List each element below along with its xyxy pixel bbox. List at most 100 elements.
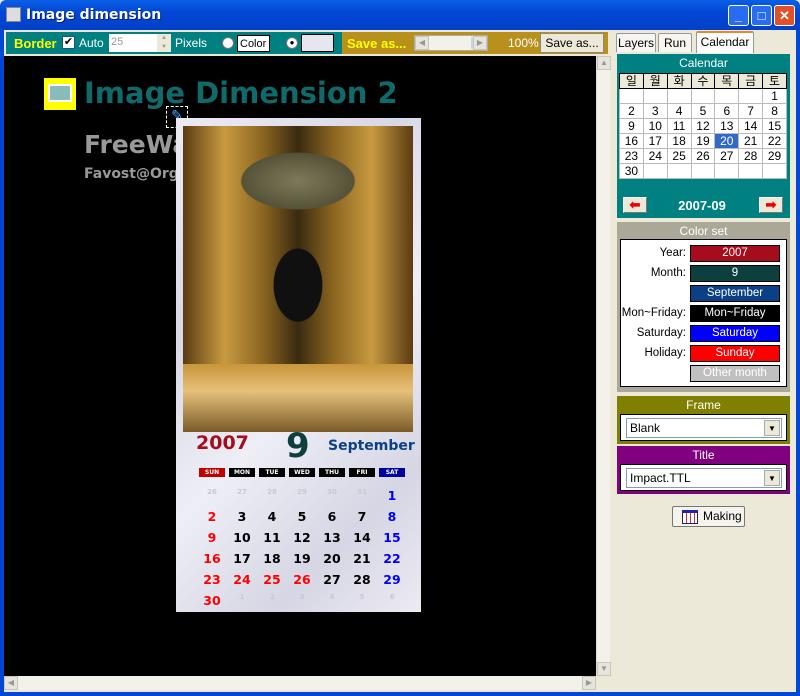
calendar-day[interactable]: 6 bbox=[714, 103, 740, 119]
slider-left-button[interactable]: ◀ bbox=[415, 36, 429, 50]
tab-run[interactable]: Run bbox=[658, 33, 692, 52]
calendar-month-label: 2007-09 bbox=[678, 198, 726, 213]
calendar-day[interactable]: 27 bbox=[714, 148, 740, 164]
calendar-day[interactable]: 30 bbox=[619, 163, 644, 179]
pixels-spinner[interactable]: ▲ ▼ bbox=[157, 34, 171, 52]
frame-select[interactable]: Blank ▼ bbox=[626, 418, 782, 438]
frame-section: Frame Blank ▼ bbox=[617, 396, 790, 444]
tab-layers[interactable]: Layers bbox=[616, 33, 656, 52]
poster-day: 26 bbox=[207, 488, 217, 496]
calendar-day[interactable]: 3 bbox=[642, 103, 668, 119]
horizontal-scrollbar[interactable]: ◀ ▶ bbox=[4, 676, 596, 690]
calendar-day[interactable]: 13 bbox=[714, 118, 740, 134]
making-button[interactable]: Making bbox=[672, 506, 745, 527]
weekday-header: 금 bbox=[738, 73, 764, 89]
scroll-up-button[interactable]: ▲ bbox=[597, 56, 611, 70]
scroll-down-button[interactable]: ▼ bbox=[597, 662, 611, 676]
calendar-day[interactable]: 2 bbox=[619, 103, 644, 119]
color-swatch-button[interactable]: Saturday bbox=[690, 325, 780, 342]
poster-weekday: THU bbox=[319, 468, 345, 477]
vertical-scrollbar[interactable]: ▲ ▼ bbox=[596, 56, 611, 676]
calendar-day[interactable]: 21 bbox=[738, 133, 764, 149]
border-label: Border bbox=[14, 36, 57, 51]
window-frame bbox=[0, 692, 800, 696]
scroll-left-button[interactable]: ◀ bbox=[4, 676, 18, 690]
poster-day: 6 bbox=[327, 509, 337, 524]
calendar-day[interactable]: 16 bbox=[619, 133, 644, 149]
calendar-day[interactable]: 24 bbox=[642, 148, 668, 164]
image-canvas[interactable]: Image Dimension 2 FreeWa Favost@Org ✎ 20… bbox=[4, 56, 596, 676]
color-swatch-button[interactable]: 2007 bbox=[690, 245, 780, 262]
slider-right-button[interactable]: ▶ bbox=[473, 36, 487, 50]
calendar-day[interactable]: 15 bbox=[762, 118, 787, 134]
color-swatch-button[interactable]: 9 bbox=[690, 265, 780, 282]
poster-day: 13 bbox=[323, 530, 341, 545]
color-label: Year: bbox=[659, 247, 686, 259]
poster-day: 11 bbox=[263, 530, 281, 545]
next-month-button[interactable]: ➡ bbox=[759, 197, 783, 213]
calendar-day[interactable]: 17 bbox=[642, 133, 668, 149]
poster-day: 12 bbox=[293, 530, 311, 545]
color-swatch-button[interactable]: Sunday bbox=[690, 345, 780, 362]
calendar-day[interactable]: 28 bbox=[738, 148, 764, 164]
calendar-day[interactable]: 20 bbox=[714, 133, 740, 149]
zoom-percent: 100% bbox=[508, 36, 539, 50]
calendar-day[interactable]: 11 bbox=[666, 118, 692, 134]
color-swatch[interactable]: Color bbox=[237, 35, 270, 52]
calendar-day[interactable]: 14 bbox=[738, 118, 764, 134]
scroll-right-button[interactable]: ▶ bbox=[582, 676, 596, 690]
calendar-day[interactable]: 12 bbox=[690, 118, 716, 134]
calendar-day[interactable]: 4 bbox=[666, 103, 692, 119]
close-button[interactable]: ✕ bbox=[774, 5, 795, 26]
calendar-day[interactable]: 9 bbox=[619, 118, 644, 134]
calendar-day[interactable]: 1 bbox=[762, 88, 787, 104]
title-bar: Image dimension _ □ ✕ bbox=[0, 0, 800, 30]
calendar-day[interactable]: 29 bbox=[762, 148, 787, 164]
calendar-poster[interactable]: 2007 9 September SUN MON TUE WED THU FRI SAT 26… bbox=[176, 118, 421, 612]
color-radio[interactable] bbox=[222, 37, 234, 49]
calendar-title: Calendar bbox=[679, 56, 728, 70]
poster-day: 10 bbox=[233, 530, 251, 545]
poster-day: 26 bbox=[293, 572, 311, 587]
color-swatch-button[interactable]: September bbox=[690, 285, 780, 302]
poster-day: 5 bbox=[297, 509, 307, 524]
frame-select-value: Blank bbox=[630, 421, 661, 435]
calendar-day[interactable]: 25 bbox=[666, 148, 692, 164]
poster-day: 9 bbox=[207, 530, 217, 545]
poster-day: 2 bbox=[269, 593, 275, 601]
title-select[interactable]: Impact.TTL ▼ bbox=[626, 468, 782, 488]
calendar-day[interactable]: 22 bbox=[762, 133, 787, 149]
canvas-line2: FreeWa bbox=[84, 130, 190, 159]
zoom-slider[interactable]: ◀ ▶ bbox=[414, 35, 488, 51]
texture-swatch[interactable] bbox=[301, 34, 334, 52]
tab-calendar[interactable]: Calendar bbox=[696, 31, 754, 53]
maximize-button[interactable]: □ bbox=[751, 5, 772, 26]
poster-photo-floor bbox=[183, 364, 413, 432]
save-as-button[interactable]: Save as... bbox=[540, 33, 604, 53]
poster-weekday: WED bbox=[289, 468, 315, 477]
minimize-button[interactable]: _ bbox=[728, 5, 749, 26]
prev-month-button[interactable]: ⬅ bbox=[623, 197, 647, 213]
texture-radio[interactable]: ● bbox=[286, 37, 298, 49]
poster-day: 8 bbox=[387, 509, 397, 524]
color-swatch-button[interactable]: Other month bbox=[690, 365, 780, 382]
calendar-day[interactable]: 7 bbox=[738, 103, 764, 119]
calendar-day bbox=[642, 163, 668, 179]
calendar-day[interactable]: 10 bbox=[642, 118, 668, 134]
calendar-day[interactable]: 23 bbox=[619, 148, 644, 164]
calendar-day[interactable]: 5 bbox=[690, 103, 716, 119]
poster-day: 17 bbox=[233, 551, 251, 566]
calendar-day[interactable]: 18 bbox=[666, 133, 692, 149]
calendar-day[interactable]: 8 bbox=[762, 103, 787, 119]
calendar-day[interactable]: 19 bbox=[690, 133, 716, 149]
save-as-label: Save as... bbox=[347, 36, 407, 51]
chevron-down-icon[interactable]: ▼ bbox=[764, 470, 780, 486]
calendar-day bbox=[714, 163, 740, 179]
pixels-input[interactable]: 25 bbox=[109, 34, 157, 52]
chevron-down-icon[interactable]: ▼ bbox=[764, 420, 780, 436]
calendar-day[interactable]: 26 bbox=[690, 148, 716, 164]
weekday-header: 수 bbox=[690, 73, 716, 89]
auto-checkbox[interactable]: ✔ bbox=[62, 36, 75, 49]
color-swatch-button[interactable]: Mon~Friday bbox=[690, 305, 780, 322]
poster-day: 27 bbox=[323, 572, 341, 587]
